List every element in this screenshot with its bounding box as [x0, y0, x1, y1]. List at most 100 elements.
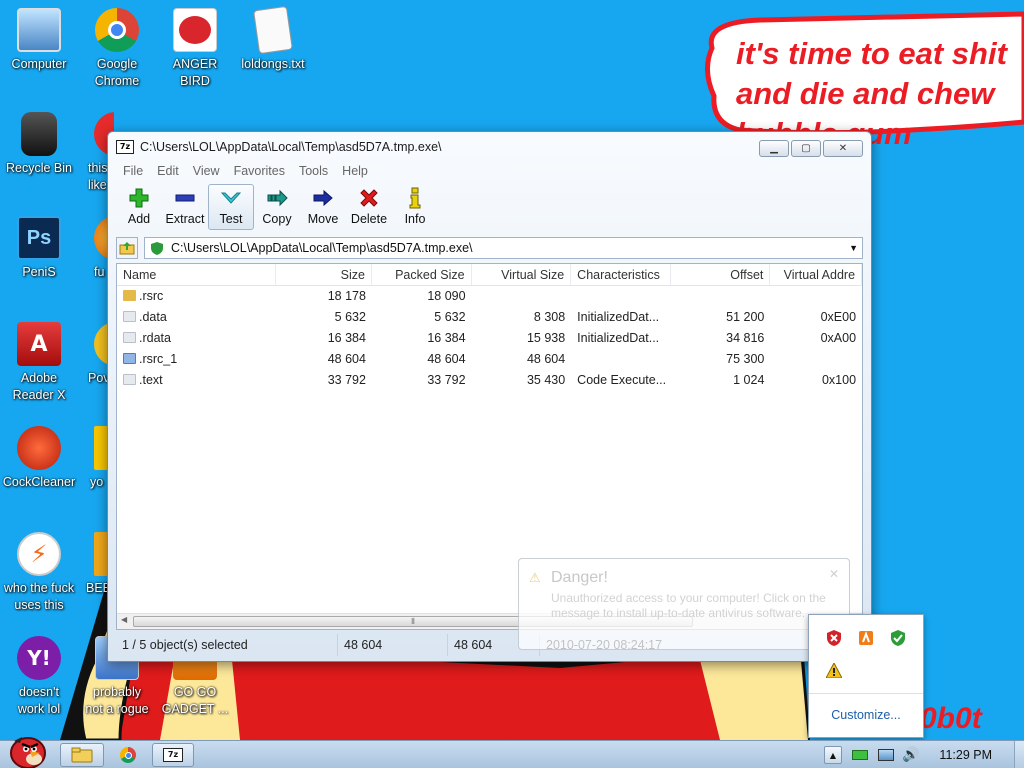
taskbar: 7z ▲ 🔊 11:29 PM: [0, 737, 1024, 768]
info-icon: [409, 187, 421, 209]
desktop-icon-who-uses-this[interactable]: ⚡ who the fuck uses this: [0, 532, 78, 614]
row-virtual-size: 35 430: [526, 373, 566, 387]
row-virtual-size: 15 938: [526, 331, 566, 345]
taskbar-7zip-button[interactable]: 7z: [152, 743, 194, 767]
customize-link[interactable]: Customize...: [809, 708, 923, 722]
info-label: Info: [404, 212, 426, 226]
table-row[interactable]: .rsrc 18 178 18 090: [117, 286, 862, 307]
menu-file[interactable]: File: [116, 162, 150, 180]
file-icon: [123, 374, 136, 385]
address-bar: C:\Users\LOL\AppData\Local\Temp\asd5D7A.…: [116, 236, 863, 260]
desktop-icon-anger-bird[interactable]: ANGER BIRD: [156, 8, 234, 90]
desktop-icon-penis[interactable]: Ps PeniS: [0, 216, 78, 281]
menu-favorites[interactable]: Favorites: [227, 162, 292, 180]
copy-button[interactable]: Copy: [254, 184, 300, 230]
network-icon[interactable]: [877, 749, 894, 761]
test-button[interactable]: Test: [208, 184, 254, 230]
desktop-icon-loldongs[interactable]: loldongs.txt: [234, 5, 312, 73]
row-virtual-address: [770, 286, 862, 307]
up-folder-button[interactable]: [116, 237, 138, 259]
menu-view[interactable]: View: [186, 162, 227, 180]
warning-tray-icon[interactable]: [825, 661, 843, 679]
row-virtual-size: 48 604: [526, 352, 566, 366]
row-packed-size: 48 604: [427, 352, 466, 366]
status-size: 48 604: [338, 634, 448, 656]
add-label: Add: [127, 212, 151, 226]
notification-area-flyout: Customize...: [808, 614, 924, 738]
yahoo-messenger-icon: Y!: [17, 636, 61, 680]
desktop-icon-computer[interactable]: Computer: [0, 8, 78, 73]
desktop-icon-label: ANGER BIRD: [172, 57, 218, 88]
test-label: Test: [219, 212, 243, 226]
desktop-icon-label: loldongs.txt: [241, 57, 305, 71]
start-button[interactable]: [4, 733, 48, 768]
clock[interactable]: 11:29 PM: [939, 748, 992, 762]
column-header-packed-size[interactable]: Packed Size: [372, 264, 472, 285]
seven-zip-icon: 7z: [116, 140, 134, 154]
system-tray: ▲ 🔊 11:29 PM: [823, 741, 1024, 768]
desktop-icon-label: probably not a rogue: [85, 685, 149, 716]
chevron-down-icon[interactable]: ▼: [849, 243, 858, 253]
desktop-icon-chrome[interactable]: Google Chrome: [78, 8, 156, 90]
maximize-button[interactable]: ▢: [791, 140, 821, 157]
move-label: Move: [307, 212, 339, 226]
taskbar-chrome-button[interactable]: [106, 743, 150, 767]
wallpaper-corner-text: 0b0t: [920, 702, 982, 735]
row-packed-size: 33 792: [427, 373, 466, 387]
menu-tools[interactable]: Tools: [292, 162, 335, 180]
security-alert-tray-icon[interactable]: [825, 629, 843, 647]
security-alert-balloon[interactable]: ⚠ Danger! ✕ Unauthorized access to your …: [518, 558, 850, 650]
desktop-icon-cockcleaner[interactable]: CockCleaner: [0, 426, 78, 491]
alert-title: Danger!: [551, 569, 608, 586]
table-row[interactable]: .text 33 792 33 792 35 430 Code Execute.…: [117, 370, 862, 391]
taskbar-explorer-button[interactable]: [60, 743, 104, 767]
extract-button[interactable]: Extract: [162, 184, 208, 230]
app-tray-icon[interactable]: [857, 629, 875, 647]
red-shield-icon: [827, 630, 841, 646]
table-row[interactable]: .rdata 16 384 16 384 15 938 InitializedD…: [117, 328, 862, 349]
column-header-virtual-address[interactable]: Virtual Addre: [770, 264, 862, 285]
delete-button[interactable]: Delete: [346, 184, 392, 230]
move-button[interactable]: Move: [300, 184, 346, 230]
title-bar[interactable]: 7z C:\Users\LOL\AppData\Local\Temp\asd5D…: [108, 132, 871, 162]
column-header-size[interactable]: Size: [276, 264, 372, 285]
column-header-offset[interactable]: Offset: [671, 264, 771, 285]
close-button[interactable]: ✕: [823, 140, 863, 157]
file-icon: [123, 332, 136, 343]
info-button[interactable]: Info: [392, 184, 438, 230]
row-name: .data: [139, 310, 167, 324]
row-offset: 1 024: [733, 373, 765, 387]
battery-icon[interactable]: [851, 750, 868, 760]
menu-help[interactable]: Help: [335, 162, 375, 180]
table-row[interactable]: .rsrc_1 48 604 48 604 48 604 75 300: [117, 349, 862, 370]
desktop-icon-adobe-reader[interactable]: A Adobe Reader X: [0, 322, 78, 404]
ccleaner-icon: [17, 426, 61, 470]
column-header-characteristics[interactable]: Characteristics: [571, 264, 671, 285]
folder-icon: [71, 747, 93, 763]
row-offset: 51 200: [726, 310, 765, 324]
add-button[interactable]: Add: [116, 184, 162, 230]
row-name: .rdata: [139, 331, 171, 345]
desktop-icon-doesnt-work[interactable]: Y! doesn't work lol: [0, 636, 78, 718]
desktop-icon-recycle-bin[interactable]: Recycle Bin: [0, 112, 78, 177]
scroll-left-icon[interactable]: ◀: [121, 615, 127, 624]
row-virtual-size: 8 308: [533, 310, 566, 324]
warning-icon: ⚠: [529, 571, 541, 586]
volume-icon[interactable]: 🔊: [902, 747, 919, 763]
desktop-icon-label: Computer: [11, 57, 67, 71]
row-virtual-address: 0xA00: [820, 331, 857, 345]
angry-bird-icon: [173, 8, 217, 52]
chrome-icon: [120, 747, 136, 763]
antivirus-tray-icon[interactable]: [889, 629, 907, 647]
column-header-virtual-size[interactable]: Virtual Size: [472, 264, 572, 285]
menu-edit[interactable]: Edit: [150, 162, 186, 180]
show-desktop-button[interactable]: [1014, 741, 1024, 768]
column-header-name[interactable]: Name: [117, 264, 277, 285]
close-icon[interactable]: ✕: [829, 567, 839, 581]
show-hidden-icons-button[interactable]: ▲: [823, 746, 842, 764]
path-input[interactable]: C:\Users\LOL\AppData\Local\Temp\asd5D7A.…: [144, 237, 863, 259]
plus-icon: [129, 188, 149, 208]
table-row[interactable]: .data 5 632 5 632 8 308 InitializedDat..…: [117, 307, 862, 328]
chrome-icon: [95, 8, 139, 52]
minimize-button[interactable]: ▁: [759, 140, 789, 157]
